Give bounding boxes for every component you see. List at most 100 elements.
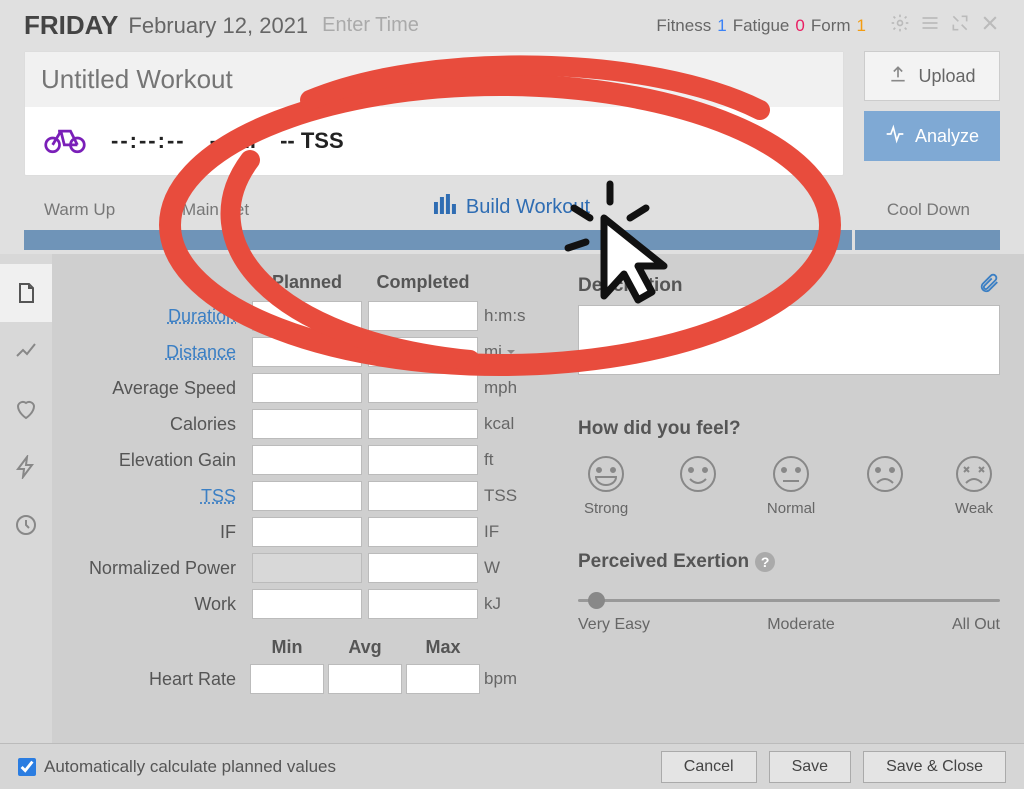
completed-input[interactable] <box>368 589 478 619</box>
save-close-button[interactable]: Save & Close <box>863 751 1006 783</box>
summary-row: Normalized PowerW <box>76 553 544 583</box>
row-elevation-gain-label: Elevation Gain <box>76 450 246 471</box>
workout-card: --:--:-- -- mi -- TSS <box>24 51 844 176</box>
summary-row: WorkkJ <box>76 589 544 619</box>
main-area: Planned Completed Duration h:m:s Distance m… <box>0 254 1024 754</box>
workout-title-input[interactable] <box>25 52 843 107</box>
build-workout-link[interactable]: Build Workout <box>434 194 590 220</box>
row-tss-label[interactable]: TSS <box>76 486 246 507</box>
phase-bar-warmup[interactable] <box>24 230 170 250</box>
fatigue-value: 0 <box>795 16 804 36</box>
planned-input[interactable] <box>252 337 362 367</box>
analyze-icon <box>885 124 905 149</box>
tab-power[interactable] <box>0 438 52 496</box>
workout-phases: Warm Up Main Set Cool Down Build Workout <box>24 194 1000 254</box>
summary-row: Distance mi <box>76 337 544 367</box>
phase-mainset-label[interactable]: Main Set <box>182 200 249 220</box>
face-dead[interactable]: Weak <box>954 454 994 517</box>
phase-cooldown-label[interactable]: Cool Down <box>887 200 970 220</box>
menu-icon[interactable] <box>920 13 940 38</box>
planned-input[interactable] <box>252 517 362 547</box>
phase-warmup-label[interactable]: Warm Up <box>44 200 115 220</box>
face-label: Normal <box>767 500 815 517</box>
description-textarea[interactable] <box>578 305 1000 375</box>
close-icon[interactable] <box>980 13 1000 38</box>
unit-label: kJ <box>484 594 544 614</box>
upload-button[interactable]: Upload <box>864 51 1000 101</box>
tab-summary[interactable] <box>0 264 52 322</box>
summary-row: Calorieskcal <box>76 409 544 439</box>
phase-bars[interactable] <box>24 230 1000 250</box>
face-smile[interactable] <box>678 454 718 517</box>
hdr-completed: Completed <box>368 272 478 293</box>
summary-row: IF IF <box>76 517 544 547</box>
auto-checkbox[interactable]: Automatically calculate planned values <box>18 757 336 777</box>
expand-icon[interactable] <box>950 13 970 38</box>
planned-input[interactable] <box>252 445 362 475</box>
unit-label: ft <box>484 450 544 470</box>
sidebar <box>0 254 52 754</box>
face-frown[interactable] <box>865 454 905 517</box>
completed-input[interactable] <box>368 445 478 475</box>
hr-avg-hdr: Avg <box>328 637 402 658</box>
unit-label: kcal <box>484 414 544 434</box>
help-icon[interactable]: ? <box>755 552 775 572</box>
unit-label: IF <box>484 522 544 542</box>
analyze-button[interactable]: Analyze <box>864 111 1000 161</box>
planned-input[interactable] <box>252 589 362 619</box>
top-bar: FRIDAY February 12, 2021 Enter Time Fitn… <box>24 10 1000 41</box>
completed-input[interactable] <box>368 517 478 547</box>
unit-label[interactable]: mi <box>484 342 544 362</box>
auto-checkbox-input[interactable] <box>18 758 36 776</box>
completed-input[interactable] <box>368 373 478 403</box>
paperclip-icon[interactable] <box>978 272 1000 299</box>
phase-bar-cooldown[interactable] <box>855 230 1001 250</box>
planned-input[interactable] <box>252 409 362 439</box>
footer-bar: Automatically calculate planned values C… <box>0 743 1024 789</box>
row-if-label: IF <box>76 522 246 543</box>
analyze-label: Analyze <box>915 126 979 147</box>
tss-placeholder: -- TSS <box>280 128 344 154</box>
tab-heart[interactable] <box>0 380 52 438</box>
planned-input[interactable] <box>252 373 362 403</box>
phase-bar-mainset[interactable] <box>172 230 851 250</box>
completed-input[interactable] <box>368 553 478 583</box>
summary-row: Elevation Gain ft <box>76 445 544 475</box>
fatigue-label: Fatigue <box>733 16 790 36</box>
window-controls <box>890 13 1000 38</box>
gear-icon[interactable] <box>890 13 910 38</box>
completed-input[interactable] <box>368 481 478 511</box>
face-neutral[interactable]: Normal <box>767 454 815 517</box>
face-grin[interactable]: Strong <box>584 454 628 517</box>
enter-time-link[interactable]: Enter Time <box>322 14 419 37</box>
completed-input[interactable] <box>368 301 478 331</box>
exertion-slider[interactable] <box>578 599 1000 602</box>
hr-avg-input[interactable] <box>328 664 402 694</box>
form-value: 1 <box>857 16 866 36</box>
unit-label: W <box>484 558 544 578</box>
row-duration-label[interactable]: Duration <box>76 306 246 327</box>
hr-min-input[interactable] <box>250 664 324 694</box>
planned-input[interactable] <box>252 301 362 331</box>
tab-time[interactable] <box>0 496 52 554</box>
slider-allout-label: All Out <box>952 616 1000 634</box>
face-label <box>883 500 887 517</box>
hdr-planned: Planned <box>252 272 362 293</box>
description-label: Description <box>578 275 683 297</box>
content-pane: Planned Completed Duration h:m:s Distance m… <box>52 254 1024 754</box>
slider-thumb[interactable] <box>588 592 605 609</box>
tab-chart[interactable] <box>0 322 52 380</box>
unit-label: TSS <box>484 486 544 506</box>
completed-input[interactable] <box>368 409 478 439</box>
completed-input[interactable] <box>368 337 478 367</box>
hr-max-input[interactable] <box>406 664 480 694</box>
row-distance-label[interactable]: Distance <box>76 342 246 363</box>
unit-label: h:m:s <box>484 306 544 326</box>
hr-min-hdr: Min <box>250 637 324 658</box>
save-button[interactable]: Save <box>769 751 851 783</box>
planned-input[interactable] <box>252 553 362 583</box>
exertion-label: Perceived Exertion <box>578 551 749 573</box>
cancel-button[interactable]: Cancel <box>661 751 757 783</box>
face-label <box>695 500 699 517</box>
planned-input[interactable] <box>252 481 362 511</box>
